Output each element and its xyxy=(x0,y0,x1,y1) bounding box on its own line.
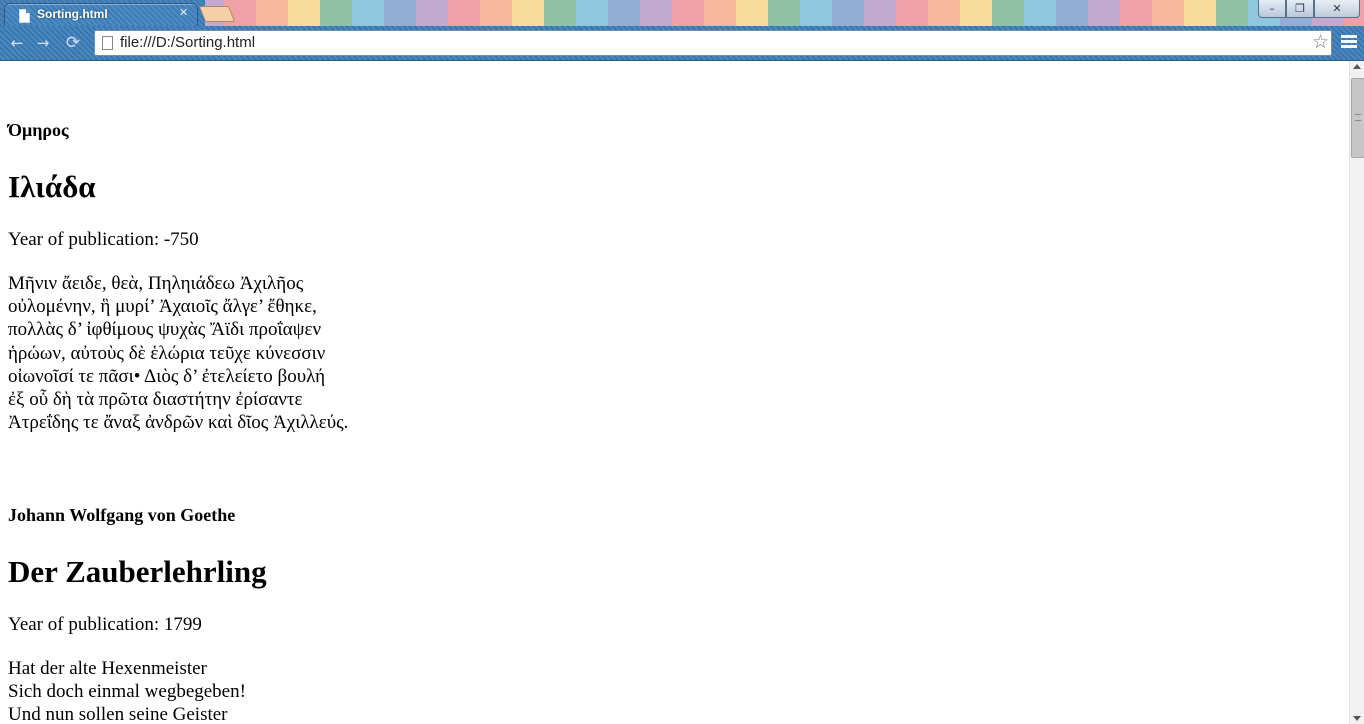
verse-line: Ἀτρεΐδης τε ἄναξ ἀνδρῶν καὶ δῖος Ἀχιλλεύ… xyxy=(8,412,349,434)
book-year: Year of publication: 1799 xyxy=(8,614,202,635)
verse-line: πολλὰς δ’ ἰφθίμους ψυχὰς Ἄϊδι προΐαψεν xyxy=(8,319,322,341)
address-bar[interactable]: file:///D:/Sorting.html ☆ xyxy=(94,30,1332,56)
window-controls: – ❐ ✕ xyxy=(1258,0,1360,18)
url-text[interactable]: file:///D:/Sorting.html xyxy=(120,34,255,51)
verse-line: οἰωνοῖσί τε πᾶσι• Διὸς δ’ ἐτελείετο βουλ… xyxy=(8,365,326,387)
tab-sorting[interactable]: Sorting.html ✕ xyxy=(4,3,198,26)
verse-line: ἐξ οὗ δὴ τὰ πρῶτα διαστήτην ἐρίσαντε xyxy=(8,389,303,411)
forward-arrow-icon[interactable]: → xyxy=(32,32,54,54)
restore-button[interactable]: ❐ xyxy=(1286,0,1314,18)
book-verse: Hat der alte Hexenmeister Sich doch einm… xyxy=(8,657,246,724)
book-author: Όμηρος xyxy=(8,120,69,140)
verse-line: οὐλομένην, ἣ μυρί’ Ἀχαιοῖς ἄλγε’ ἔθηκε, xyxy=(8,296,317,318)
window-titlebar: Sorting.html ✕ – ❐ ✕ xyxy=(0,0,1364,26)
book-verse: Μῆνιν ἄειδε, θεὰ, Πηληιάδεω Ἀχιλῆος οὐλο… xyxy=(8,272,348,434)
minimize-button[interactable]: – xyxy=(1258,0,1286,18)
tab-close-icon[interactable]: ✕ xyxy=(179,6,188,19)
book-year: Year of publication: -750 xyxy=(8,229,199,250)
close-window-button[interactable]: ✕ xyxy=(1314,0,1360,18)
browser-toolbar: ← → ⟳ file:///D:/Sorting.html ☆ xyxy=(0,26,1364,61)
scrollbar-thumb[interactable] xyxy=(1351,78,1364,158)
verse-line: Und nun sollen seine Geister xyxy=(8,704,228,724)
tab-title: Sorting.html xyxy=(37,7,108,21)
new-tab-button[interactable] xyxy=(198,6,236,22)
verse-line: Μῆνιν ἄειδε, θεὰ, Πηληιάδεω Ἀχιλῆος xyxy=(8,273,304,294)
document-icon xyxy=(102,36,113,50)
menu-hamburger-icon[interactable] xyxy=(1340,33,1358,51)
page-viewport: Όμηρος Ιλιάδα Year of publication: -750 … xyxy=(0,61,1349,724)
bookmark-star-icon[interactable]: ☆ xyxy=(1312,31,1329,53)
vertical-scrollbar[interactable] xyxy=(1349,61,1364,724)
scroll-up-arrow-icon[interactable] xyxy=(1353,64,1361,69)
book-author: Johann Wolfgang von Goethe xyxy=(8,505,236,525)
book-title: Der Zauberlehrling xyxy=(8,554,267,589)
verse-line: Hat der alte Hexenmeister xyxy=(8,658,207,679)
back-arrow-icon[interactable]: ← xyxy=(6,32,28,54)
page-icon xyxy=(19,9,30,23)
verse-line: Sich doch einmal wegbegeben! xyxy=(8,681,246,703)
book-title: Ιλιάδα xyxy=(8,169,96,204)
reload-icon[interactable]: ⟳ xyxy=(62,32,84,54)
scroll-down-arrow-icon[interactable] xyxy=(1353,716,1361,721)
verse-line: ἡρώων, αὐτοὺς δὲ ἑλώρια τεῦχε κύνεσσιν xyxy=(8,342,326,364)
